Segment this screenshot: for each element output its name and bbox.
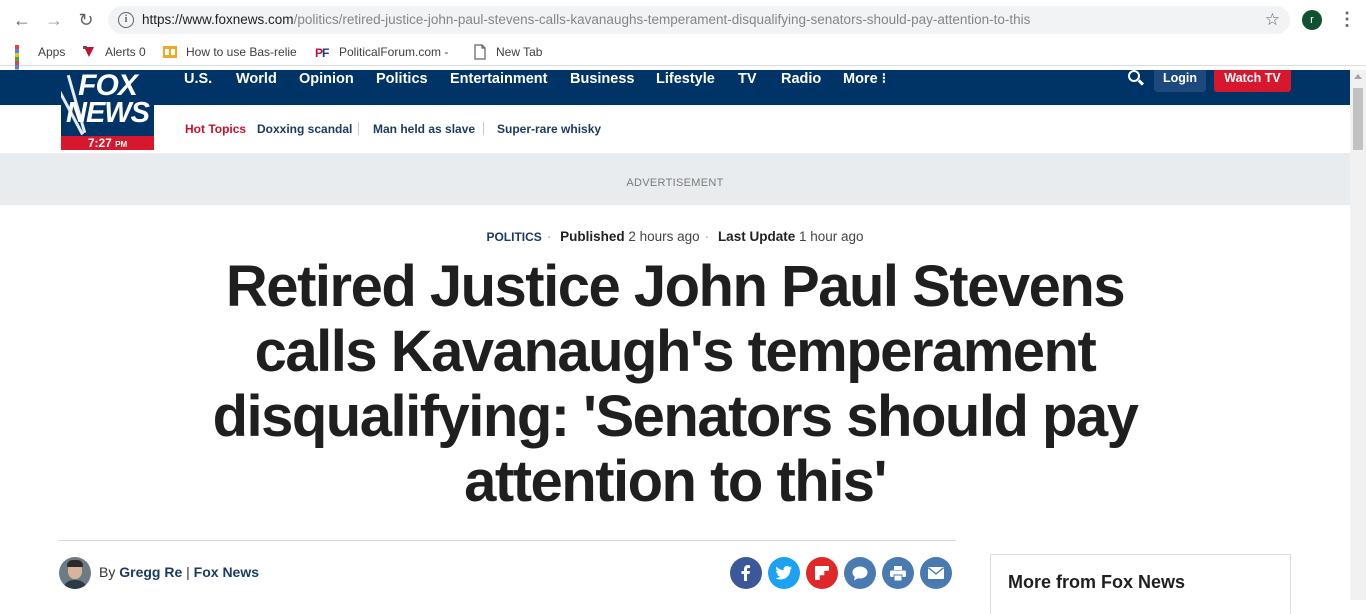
url-text[interactable]: https://www.foxnews.com/politics/retired… bbox=[142, 12, 1030, 27]
url-path: /politics/retired-justice-john-paul-stev… bbox=[293, 12, 1031, 27]
clock-time: 7:27 bbox=[87, 136, 112, 150]
browser-chrome: ← → ↻ i https://www.foxnews.com/politics… bbox=[0, 0, 1366, 81]
topic-divider bbox=[358, 122, 359, 135]
url-host: https://www.foxnews.com bbox=[142, 12, 294, 27]
nav-item-entertainment[interactable]: Entertainment bbox=[450, 71, 548, 87]
published-value: 2 hours ago bbox=[628, 229, 700, 244]
page-icon bbox=[472, 44, 488, 60]
back-arrow-icon[interactable]: ← bbox=[10, 8, 34, 32]
advertisement-label: ADVERTISEMENT bbox=[626, 177, 724, 189]
bookmark-apps[interactable]: Apps bbox=[14, 44, 66, 81]
logo-line-2: NEWS bbox=[66, 97, 150, 129]
hot-topics-label: Hot Topics bbox=[185, 122, 247, 136]
address-bar-row: ← → ↻ i https://www.foxnews.com/politics… bbox=[0, 0, 1366, 40]
search-icon[interactable] bbox=[1128, 70, 1145, 86]
logo-clock: 7:27 PM bbox=[61, 136, 154, 150]
divider bbox=[58, 540, 956, 541]
reload-icon[interactable]: ↻ bbox=[74, 8, 98, 32]
advertisement-band: ADVERTISEMENT bbox=[0, 153, 1350, 205]
bookmark-label: New Tab bbox=[496, 45, 543, 59]
page-scrollbar[interactable] bbox=[1350, 70, 1366, 600]
bookmark-new-tab[interactable]: New Tab bbox=[472, 44, 542, 60]
nav-item-us[interactable]: U.S. bbox=[184, 71, 212, 87]
article-category[interactable]: POLITICS bbox=[486, 230, 541, 244]
nav-item-opinion[interactable]: Opinion bbox=[299, 71, 354, 87]
bookmark-label: How to use Bas-relie bbox=[186, 45, 297, 59]
article-meta: POLITICS · Published 2 hours ago · Last Up… bbox=[486, 229, 864, 244]
article-headline: Retired Justice John Paul Stevens calls … bbox=[212, 254, 1139, 514]
clock-suffix: PM bbox=[115, 140, 128, 149]
nav-item-politics[interactable]: Politics bbox=[376, 71, 428, 87]
svg-text:F: F bbox=[322, 46, 329, 60]
byline-prefix: By bbox=[99, 564, 116, 580]
forward-arrow-icon[interactable]: → bbox=[42, 8, 66, 32]
nav-item-radio[interactable]: Radio bbox=[781, 71, 821, 87]
nav-item-lifestyle[interactable]: Lifestyle bbox=[656, 71, 715, 87]
bas-relief-icon bbox=[162, 44, 178, 60]
bookmark-bas-relief[interactable]: How to use Bas-relie bbox=[162, 44, 297, 60]
scrollbar-thumb[interactable] bbox=[1353, 88, 1363, 150]
bookmarks-bar: Apps Alerts 0 How to use Bas-relie PF Po… bbox=[0, 40, 1366, 81]
scroll-up-arrow-icon[interactable] bbox=[1354, 74, 1362, 79]
topic-divider bbox=[483, 122, 484, 135]
twitter-icon[interactable] bbox=[768, 557, 800, 589]
more-from-fox-title: More from Fox News bbox=[1008, 572, 1186, 592]
topic-link[interactable]: Man held as slave bbox=[373, 122, 475, 136]
bookmark-label: PoliticalForum.com - bbox=[339, 45, 449, 59]
politicalforum-icon: PF bbox=[315, 44, 331, 60]
comment-icon[interactable] bbox=[844, 557, 876, 589]
nav-item-more[interactable]: More ⁝ bbox=[843, 71, 886, 87]
logo-line-1: FOX bbox=[78, 70, 138, 102]
apps-grid-icon bbox=[14, 44, 30, 81]
updated-label: Last Update bbox=[717, 229, 796, 244]
bookmark-label: Alerts 0 bbox=[105, 45, 146, 59]
facebook-icon[interactable] bbox=[730, 557, 762, 589]
site-info-icon[interactable]: i bbox=[118, 12, 134, 28]
flipboard-icon[interactable] bbox=[806, 557, 838, 589]
print-icon[interactable] bbox=[882, 557, 914, 589]
byline: By Gregg Re | Fox News bbox=[99, 564, 260, 580]
bookmark-star-icon[interactable]: ☆ bbox=[1265, 10, 1280, 30]
more-from-fox-panel: More from Fox News bbox=[990, 554, 1291, 614]
main-nav-bar: U.S. World Opinion Politics Entertainmen… bbox=[0, 70, 1350, 105]
bookmark-alerts[interactable]: Alerts 0 bbox=[81, 44, 146, 60]
hot-topics-bar: Hot Topics Doxxing scandal Man held as s… bbox=[0, 105, 1350, 153]
omnibox[interactable]: i https://www.foxnews.com/politics/retir… bbox=[108, 6, 1290, 34]
profile-avatar[interactable]: r bbox=[1302, 10, 1322, 30]
updated-value: 1 hour ago bbox=[798, 229, 864, 244]
bookmark-label: Apps bbox=[38, 45, 66, 59]
author-avatar[interactable] bbox=[59, 557, 91, 589]
topic-link[interactable]: Super-rare whisky bbox=[497, 122, 601, 136]
author-link[interactable]: Gregg Re bbox=[119, 564, 182, 580]
browser-menu-icon[interactable]: ⋮ bbox=[1338, 9, 1356, 29]
email-icon[interactable] bbox=[920, 557, 952, 589]
nav-item-tv[interactable]: TV bbox=[738, 71, 757, 87]
alerts-icon bbox=[81, 44, 97, 60]
topic-link[interactable]: Doxxing scandal bbox=[257, 122, 352, 136]
nav-item-world[interactable]: World bbox=[236, 71, 277, 87]
login-button[interactable]: Login bbox=[1154, 70, 1206, 92]
nav-item-business[interactable]: Business bbox=[570, 71, 634, 87]
watch-tv-button[interactable]: Watch TV bbox=[1214, 70, 1291, 92]
published-label: Published bbox=[560, 229, 625, 244]
outlet-link[interactable]: Fox News bbox=[194, 564, 259, 580]
bookmark-politicalforum[interactable]: PF PoliticalForum.com - bbox=[315, 44, 448, 60]
